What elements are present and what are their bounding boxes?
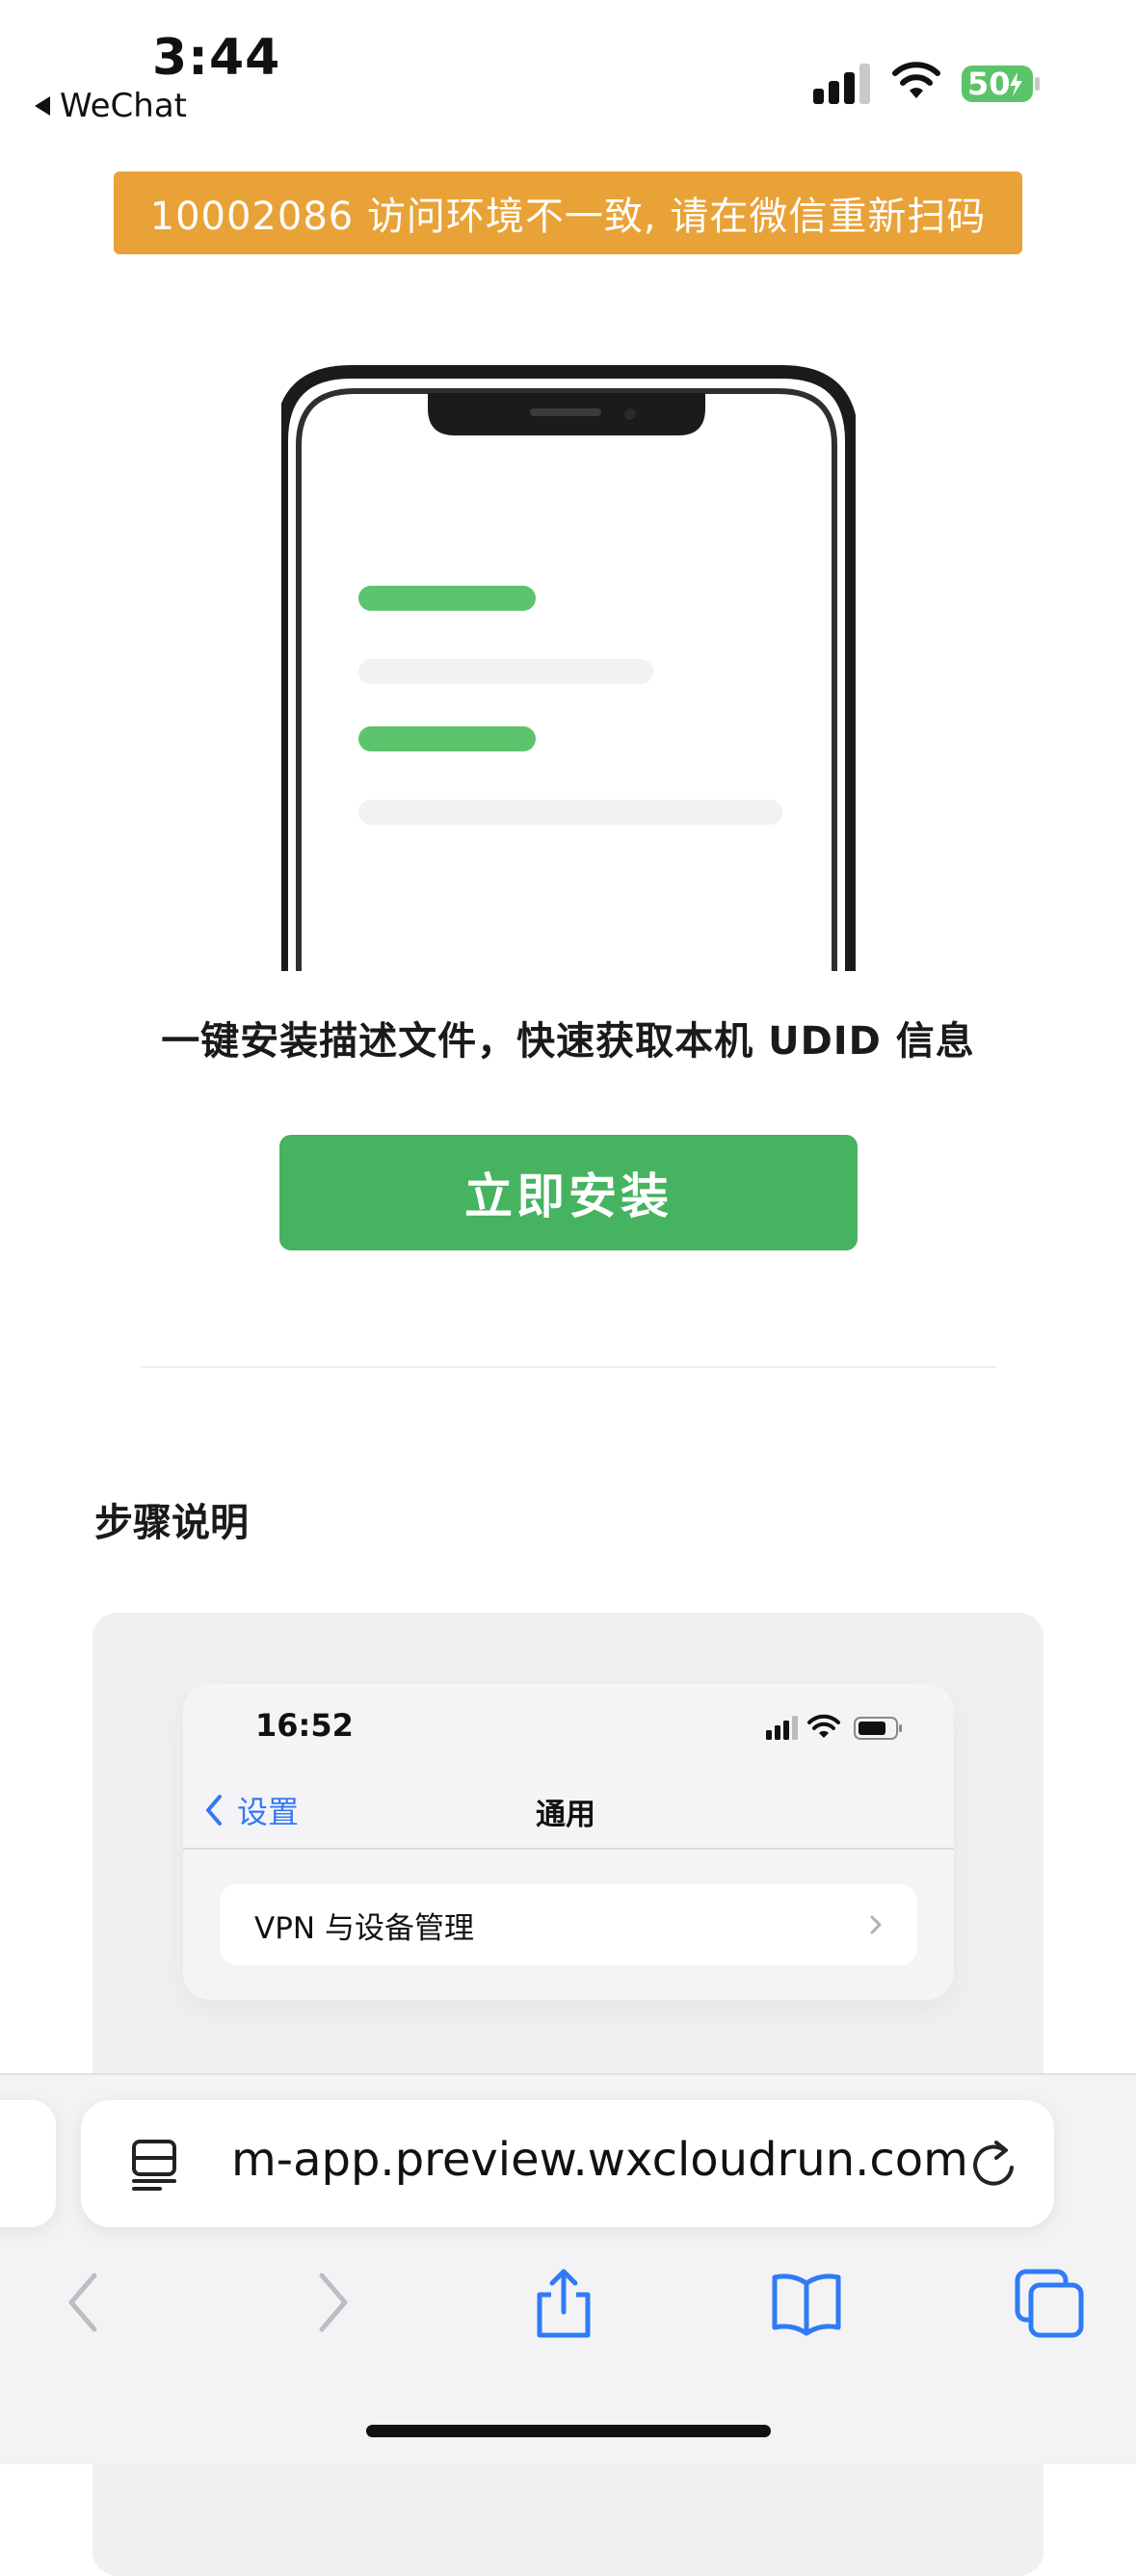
mock-back-settings: 设置 [204,1788,299,1832]
mock-row-label: VPN 与设备管理 [254,1910,474,1946]
previous-tab-preview[interactable] [0,2100,56,2227]
section-divider [141,1366,996,1368]
mock-chevron-right-icon [870,1915,882,1934]
mock-nav-title: 通用 [536,1798,595,1832]
wifi-icon [892,62,940,98]
address-url[interactable]: m-app.preview.wxcloudrun.com [231,2133,968,2187]
share-icon[interactable] [528,2266,599,2339]
home-indicator[interactable] [366,2425,771,2437]
phone-illustration [281,355,856,971]
mock-vpn-row: VPN 与设备管理 [220,1884,917,1965]
address-bar[interactable]: m-app.preview.wxcloudrun.com [81,2100,1054,2227]
reader-icon[interactable] [131,2139,177,2191]
mock-status-icons [766,1714,902,1740]
back-triangle-icon [35,96,50,116]
battery-indicator: 50 [962,64,1041,104]
mock-chevron-left-icon [206,1795,222,1826]
reload-icon[interactable] [969,2139,1017,2191]
battery-level: 50 [967,66,1011,102]
steps-title: 步骤说明 [94,1501,249,1545]
back-to-app-button[interactable]: WeChat [35,87,187,125]
back-icon[interactable] [50,2266,121,2339]
status-time: 3:44 [152,29,281,87]
headline: 一键安装描述文件，快速获取本机 UDID 信息 [161,1019,975,1064]
back-app-label: WeChat [60,87,187,125]
bookmarks-icon[interactable] [771,2266,842,2339]
mock-nav-divider [183,1848,954,1850]
error-banner: 10002086 访问环境不一致, 请在微信重新扫码 [114,171,1022,254]
cellular-signal-icon [813,64,870,104]
mock-back-label: 设置 [237,1794,300,1830]
tabs-icon[interactable] [1014,2266,1085,2339]
mock-status-time: 16:52 [255,1707,354,1744]
forward-icon[interactable] [295,2266,366,2339]
install-now-button[interactable]: 立即安装 [279,1135,858,1250]
